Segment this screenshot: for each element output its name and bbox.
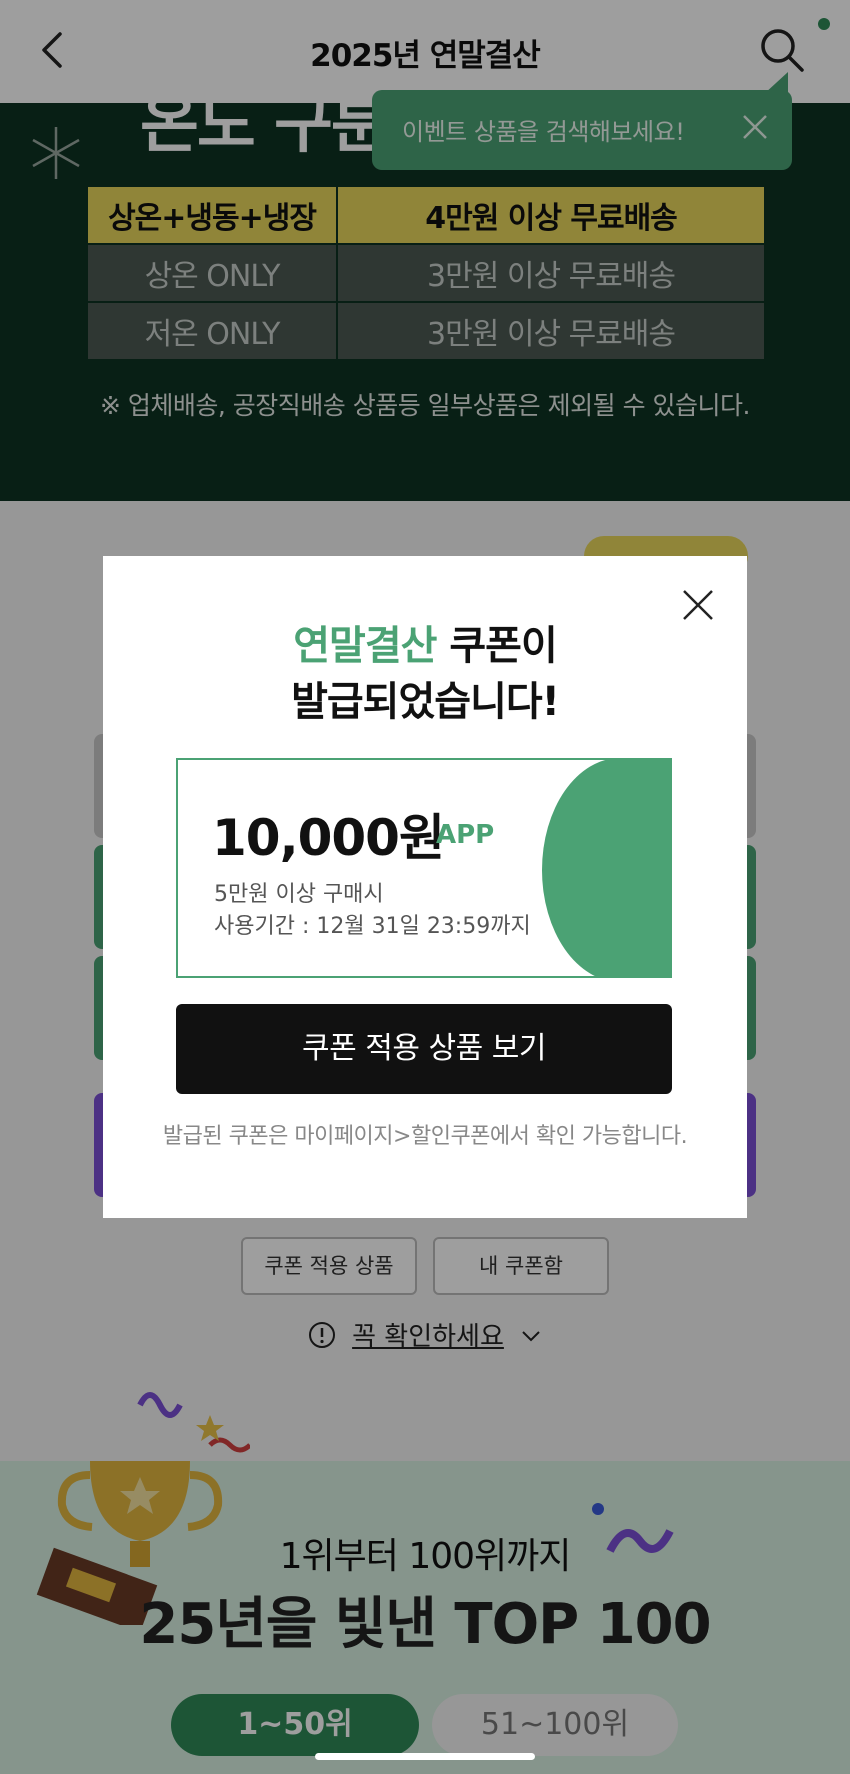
coupon-condition: 5만원 이상 구매시 — [214, 882, 384, 907]
modal-title-rest: 쿠폰이 — [436, 623, 557, 669]
coupon-amount: 10,000원 — [212, 809, 445, 867]
home-indicator — [315, 1753, 535, 1760]
view-coupon-products-button[interactable]: 쿠폰 적용 상품 보기 — [176, 1004, 672, 1094]
modal-title: 연말결산 쿠폰이 발급되었습니다! — [103, 618, 747, 730]
coupon-platform: APP — [436, 820, 495, 850]
coupon-card: 10,000원 APP 5만원 이상 구매시 사용기간 : 12월 31일 23… — [176, 758, 672, 978]
coupon-issued-modal: 연말결산 쿠폰이 발급되었습니다! 10,000원 APP 5만원 이상 구매시… — [103, 556, 747, 1218]
modal-note: 발급된 쿠폰은 마이페이지>할인쿠폰에서 확인 가능합니다. — [162, 1124, 688, 1149]
modal-title-line2: 발급되었습니다! — [291, 679, 560, 725]
coupon-period: 사용기간 : 12월 31일 23:59까지 — [214, 914, 531, 939]
close-icon[interactable] — [681, 588, 715, 622]
coupon-stub — [542, 760, 670, 976]
modal-title-accent: 연말결산 — [293, 623, 437, 669]
